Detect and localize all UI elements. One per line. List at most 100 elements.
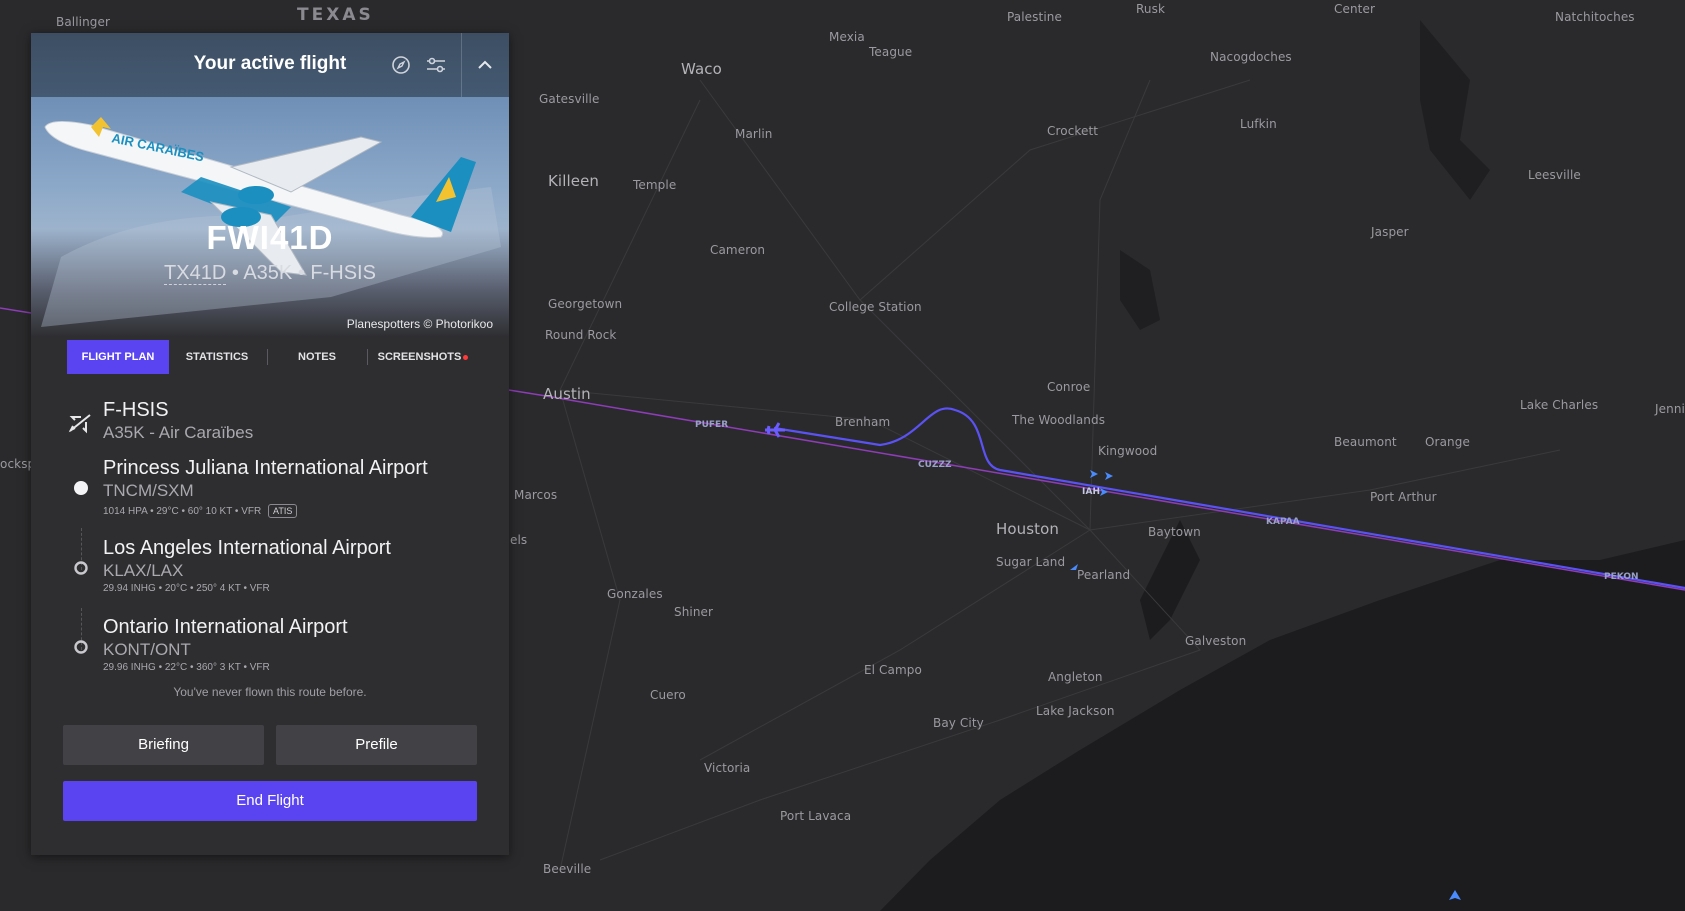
flight-number[interactable]: TX41D (164, 262, 227, 285)
map-label-city: Gonzales (607, 587, 663, 601)
map-label-city: Rusk (1136, 2, 1166, 16)
map-label-city: Port Arthur (1370, 490, 1437, 504)
map-label-city: Port Lavaca (780, 809, 852, 823)
map-label-city: El Campo (864, 663, 922, 677)
map-label-city: Pearland (1077, 568, 1131, 582)
map-label-city: Ballinger (56, 15, 111, 29)
sliders-icon[interactable] (424, 53, 448, 77)
atis-badge[interactable]: ATIS (268, 504, 298, 518)
tab-flight-plan[interactable]: FLIGHT PLAN (67, 340, 169, 374)
tab-separator (267, 349, 268, 365)
aircraft-image: AIR CARAÏBES (41, 117, 501, 327)
waypoint-label[interactable]: PUFER (695, 420, 728, 430)
waypoint-label[interactable]: CUZZZ (918, 460, 952, 470)
map-label-city: College Station (829, 300, 922, 314)
own-aircraft-icon[interactable] (763, 420, 789, 440)
map-label-city: Waco (681, 60, 722, 78)
active-flight-panel: Your active flight AIR CARAÏBES FWI41D T… (31, 33, 509, 855)
map-label-city: Baytown (1148, 525, 1201, 539)
map-label-city: Killeen (548, 172, 600, 190)
map-label-city: Teague (869, 45, 913, 59)
arrival-ring-icon (74, 561, 88, 575)
photo-credit[interactable]: Planespotters © Photorikoo (347, 317, 493, 331)
route-history-note: You've never flown this route before. (173, 685, 367, 699)
tab-screenshots[interactable]: SCREENSHOTS (369, 340, 477, 374)
flight-subtitle: TX41D • A35K • F-HSIS (164, 262, 376, 285)
lake-toledo (1420, 20, 1490, 200)
alternate-weather: 29.96 INHG • 22°C • 360° 3 KT • VFR (103, 662, 270, 673)
alternate-airport-name: Ontario International Airport (103, 616, 348, 638)
map-label-city: Kingwood (1098, 444, 1158, 458)
map-label-city: Beeville (543, 862, 592, 876)
map-label-city: els (510, 533, 528, 547)
tab-notes[interactable]: NOTES (269, 340, 365, 374)
aircraft-registration: F-HSIS (103, 399, 169, 421)
tab-statistics[interactable]: STATISTICS (169, 340, 265, 374)
flight-callsign: FWI41D (206, 219, 334, 256)
aircraft-description: A35K - Air Caraïbes (103, 423, 254, 442)
map-label-city: Brenham (835, 415, 891, 429)
departure-weather: 1014 HPA • 29°C • 60° 10 KT • VFR ATIS (103, 504, 298, 518)
prefile-button[interactable]: Prefile (276, 725, 477, 765)
briefing-button[interactable]: Briefing (63, 725, 264, 765)
map-label-city: Victoria (704, 761, 751, 775)
map-label-city: Marcos (514, 488, 558, 502)
map-label-city: Shiner (674, 605, 714, 619)
map-label-city: Lufkin (1240, 117, 1277, 131)
map-label-city: The Woodlands (1012, 413, 1106, 427)
map-label-city: Angleton (1048, 670, 1103, 684)
gulf-water (880, 540, 1685, 911)
flight-tabs: FLIGHT PLAN STATISTICS NOTES SCREENSHOTS (67, 340, 479, 374)
arrival-weather: 29.94 INHG • 20°C • 250° 4 KT • VFR (103, 583, 270, 594)
map-label-city: Orange (1425, 435, 1470, 449)
panel-header: Your active flight (31, 33, 509, 97)
notification-dot (463, 354, 469, 360)
map-label-city: Georgetown (548, 297, 623, 311)
map-label-city: Austin (543, 385, 591, 403)
departure-weather-text: 1014 HPA • 29°C • 60° 10 KT • VFR (103, 506, 262, 517)
map-label-city: Jenni (1655, 402, 1685, 416)
end-flight-button[interactable]: End Flight (63, 781, 477, 821)
map-label-city: Crockett (1047, 124, 1099, 138)
arrival-airport-name: Los Angeles International Airport (103, 537, 391, 559)
tab-separator (367, 349, 368, 365)
map-label-city: Marlin (735, 127, 773, 141)
map-label-city: Sugar Land (996, 555, 1066, 569)
departure-airport-codes: TNCM/SXM (103, 481, 194, 500)
header-divider (461, 33, 462, 97)
map-label-city: Gatesville (539, 92, 600, 106)
map-label-city: Lake Charles (1520, 398, 1599, 412)
map-label-city: Beaumont (1334, 435, 1397, 449)
map-label-city: ocksp (0, 457, 36, 471)
arrival-airport-codes: KLAX/LAX (103, 561, 184, 580)
map-label-city: Jasper (1371, 225, 1409, 239)
airplane-icon (68, 414, 91, 434)
map-label-city: Palestine (1007, 10, 1062, 24)
lake-sam-rayburn (1120, 250, 1160, 330)
chevron-up-icon[interactable] (473, 53, 497, 77)
waypoint-label[interactable]: KAPAA (1266, 517, 1300, 527)
map-label-city: Cameron (710, 243, 766, 257)
map-label-city: Mexia (829, 30, 865, 44)
alternate-ring-icon (74, 640, 88, 654)
map-label-city: Center (1334, 2, 1375, 16)
aircraft-type: A35K (243, 262, 293, 284)
map-label-city: Round Rock (545, 328, 617, 342)
alternate-airport-codes: KONT/ONT (103, 640, 191, 659)
map-label-city: Galveston (1185, 634, 1247, 648)
map-label-state: TEXAS (297, 5, 374, 25)
map-label-airport[interactable]: IAH (1082, 487, 1100, 497)
map-label-city: Nacogdoches (1210, 50, 1292, 64)
map-label-city: Bay City (933, 716, 984, 730)
departure-airport-name: Princess Juliana International Airport (103, 457, 428, 479)
compass-icon[interactable] (389, 53, 413, 77)
map-label-city: Lake Jackson (1036, 704, 1115, 718)
registration: F-HSIS (310, 262, 376, 284)
map-label-city: Houston (996, 520, 1060, 538)
map-label-city: Leesville (1528, 168, 1581, 182)
map-label-city: Temple (633, 178, 677, 192)
waypoint-label[interactable]: PEKON (1604, 572, 1639, 582)
aircraft-photo: AIR CARAÏBES FWI41D TX41D • A35K • F-HSI… (31, 97, 509, 337)
map-label-city: Cuero (650, 688, 686, 702)
map-label-city: Conroe (1047, 380, 1091, 394)
